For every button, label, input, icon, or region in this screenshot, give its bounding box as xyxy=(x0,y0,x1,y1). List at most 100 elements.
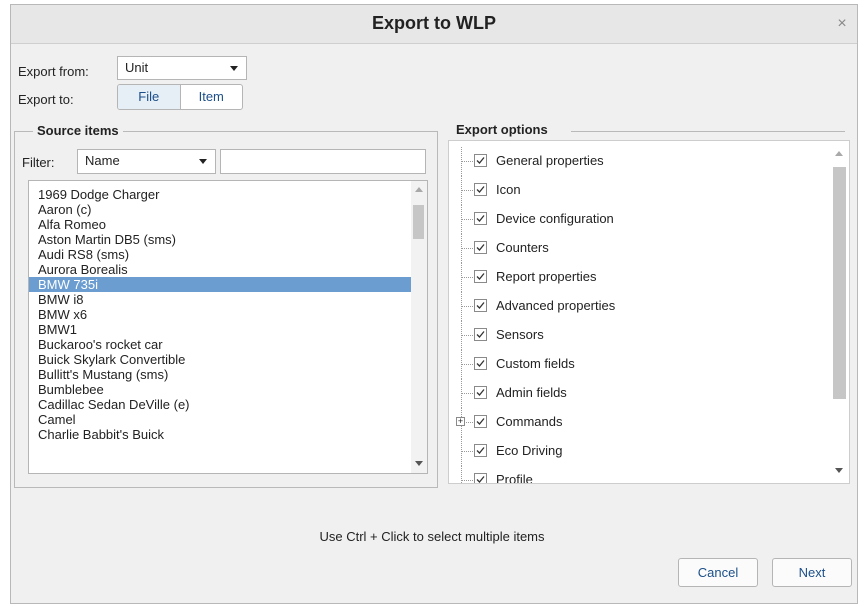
checkbox[interactable] xyxy=(474,328,487,341)
list-item[interactable]: Camel xyxy=(29,412,411,427)
list-item[interactable]: BMW 735i xyxy=(29,277,411,292)
option-label: Counters xyxy=(496,240,549,255)
list-item[interactable]: Buckaroo's rocket car xyxy=(29,337,411,352)
option-label: Report properties xyxy=(496,269,597,284)
checkbox[interactable] xyxy=(474,299,487,312)
list-item[interactable]: Bumblebee xyxy=(29,382,411,397)
export-to-item-option[interactable]: Item xyxy=(181,85,243,109)
cancel-button[interactable]: Cancel xyxy=(678,558,758,587)
option-row[interactable]: Profile xyxy=(449,466,829,484)
filter-label: Filter: xyxy=(22,155,55,170)
group-divider xyxy=(571,131,845,132)
check-icon xyxy=(476,389,485,396)
scroll-up-icon[interactable] xyxy=(415,187,423,192)
check-icon xyxy=(476,215,485,222)
tree-connector xyxy=(461,277,473,278)
option-row[interactable]: Counters xyxy=(449,234,829,263)
tree-connector xyxy=(461,364,473,365)
chevron-down-icon xyxy=(230,66,238,71)
checkbox[interactable] xyxy=(474,241,487,254)
filter-select[interactable]: Name xyxy=(77,149,216,174)
list-item[interactable]: Buick Skylark Convertible xyxy=(29,352,411,367)
export-to-toggle: File Item xyxy=(117,84,243,110)
list-item[interactable]: Bullitt's Mustang (sms) xyxy=(29,367,411,382)
check-icon xyxy=(476,186,485,193)
source-items-title: Source items xyxy=(33,123,123,138)
dialog-title: Export to WLP xyxy=(372,13,496,33)
export-from-value: Unit xyxy=(125,60,149,75)
check-icon xyxy=(476,476,485,483)
option-row[interactable]: Admin fields xyxy=(449,379,829,408)
tree-connector xyxy=(461,161,473,162)
tree-connector xyxy=(461,466,463,483)
option-label: Device configuration xyxy=(496,211,614,226)
list-item[interactable]: BMW1 xyxy=(29,322,411,337)
list-item[interactable]: Aston Martin DB5 (sms) xyxy=(29,232,411,247)
list-item[interactable]: Alfa Romeo xyxy=(29,217,411,232)
option-label: Advanced properties xyxy=(496,298,616,313)
option-label: Commands xyxy=(496,414,563,429)
filter-search-input[interactable] xyxy=(220,149,426,174)
source-list-scrollbar[interactable] xyxy=(411,181,427,473)
scroll-down-icon[interactable] xyxy=(415,461,423,466)
option-row[interactable]: Report properties xyxy=(449,263,829,292)
option-label: General properties xyxy=(496,153,604,168)
list-item[interactable]: Cadillac Sedan DeVille (e) xyxy=(29,397,411,412)
checkbox[interactable] xyxy=(474,154,487,167)
checkbox[interactable] xyxy=(474,444,487,457)
check-icon xyxy=(476,157,485,164)
option-row[interactable]: Custom fields xyxy=(449,350,829,379)
export-options-title: Export options xyxy=(452,122,552,137)
check-icon xyxy=(476,302,485,309)
tree-connector xyxy=(461,248,473,249)
check-icon xyxy=(476,360,485,367)
next-button[interactable]: Next xyxy=(772,558,852,587)
tree-connector xyxy=(461,451,473,452)
options-scrollbar[interactable] xyxy=(830,141,848,483)
filter-value: Name xyxy=(85,153,120,168)
option-row[interactable]: Eco Driving xyxy=(449,437,829,466)
list-item[interactable]: Audi RS8 (sms) xyxy=(29,247,411,262)
export-to-file-option[interactable]: File xyxy=(118,85,181,109)
list-item[interactable]: Charlie Babbit's Buick xyxy=(29,427,411,442)
export-options-tree: General properties Icon Device configurati… xyxy=(448,140,850,484)
tree-connector xyxy=(461,393,473,394)
scroll-down-icon[interactable] xyxy=(835,468,843,473)
checkbox[interactable] xyxy=(474,183,487,196)
export-from-select[interactable]: Unit xyxy=(117,56,247,80)
tree-connector xyxy=(461,219,473,220)
option-row[interactable]: Device configuration xyxy=(449,205,829,234)
option-row[interactable]: Icon xyxy=(449,176,829,205)
export-from-label: Export from: xyxy=(18,64,89,79)
option-label: Admin fields xyxy=(496,385,567,400)
list-item[interactable]: Aurora Borealis xyxy=(29,262,411,277)
list-item[interactable]: BMW x6 xyxy=(29,307,411,322)
option-row[interactable]: General properties xyxy=(449,147,829,176)
option-row[interactable]: Sensors xyxy=(449,321,829,350)
scroll-up-icon[interactable] xyxy=(835,151,843,156)
list-item[interactable]: BMW i8 xyxy=(29,292,411,307)
checkbox[interactable] xyxy=(474,212,487,225)
close-icon[interactable]: × xyxy=(833,15,851,33)
export-to-label: Export to: xyxy=(18,92,74,107)
option-row[interactable]: + Commands xyxy=(449,408,829,437)
check-icon xyxy=(476,273,485,280)
list-item[interactable]: 1969 Dodge Charger xyxy=(29,187,411,202)
checkbox[interactable] xyxy=(474,270,487,283)
checkbox[interactable] xyxy=(474,357,487,370)
checkbox[interactable] xyxy=(474,415,487,428)
tree-connector xyxy=(461,306,473,307)
option-row[interactable]: Advanced properties xyxy=(449,292,829,321)
option-label: Profile xyxy=(496,472,533,484)
option-label: Sensors xyxy=(496,327,544,342)
tree-connector xyxy=(461,190,473,191)
scroll-thumb[interactable] xyxy=(413,205,424,239)
tree-connector xyxy=(461,480,473,481)
expand-icon[interactable]: + xyxy=(456,417,465,426)
checkbox[interactable] xyxy=(474,386,487,399)
dialog-titlebar: Export to WLP × xyxy=(11,5,857,44)
checkbox[interactable] xyxy=(474,473,487,483)
scroll-thumb[interactable] xyxy=(833,167,846,399)
list-item[interactable]: Aaron (c) xyxy=(29,202,411,217)
source-items-list[interactable]: 1969 Dodge Charger Aaron (c) Alfa Romeo Ast… xyxy=(28,180,428,474)
